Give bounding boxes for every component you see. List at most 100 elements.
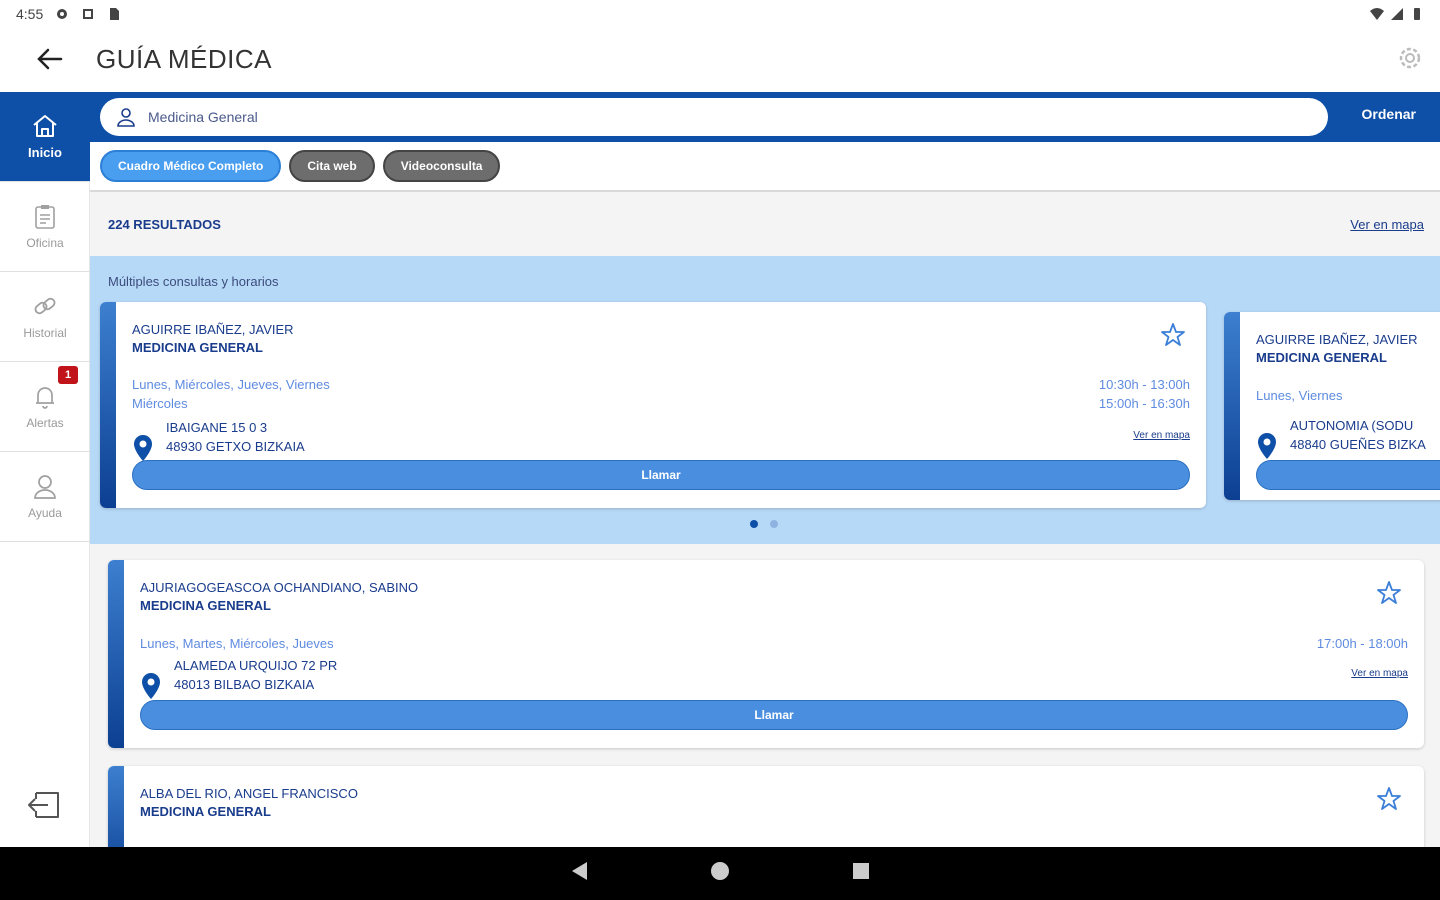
- alert-count-badge: 1: [58, 366, 78, 384]
- doctor-specialty: MEDICINA GENERAL: [140, 598, 271, 613]
- page-title: GUÍA MÉDICA: [96, 43, 272, 74]
- nav-back-button[interactable]: [569, 860, 589, 887]
- doctor-card: AJURIAGOGEASCOA OCHANDIANO, SABINO MEDIC…: [108, 560, 1424, 748]
- link-icon: [34, 297, 56, 314]
- triangle-back-icon: [572, 862, 587, 880]
- chip-videoconsulta[interactable]: Videoconsulta: [382, 150, 501, 182]
- back-button[interactable]: [20, 29, 80, 89]
- doctor-specialty: MEDICINA GENERAL: [1256, 350, 1387, 365]
- doctor-card: AGUIRRE IBAÑEZ, JAVIER MEDICINA GENERAL …: [100, 302, 1206, 508]
- circle-home-icon: [711, 862, 729, 880]
- sidebar-item-alertas[interactable]: 1 Alertas: [0, 362, 90, 452]
- logout-icon: [28, 792, 59, 818]
- hours-line: 10:30h - 13:00h: [1098, 377, 1190, 392]
- schedule-days: Lunes, Miércoles, Jueves, Viernes Miérco…: [132, 375, 330, 413]
- square-recents-icon: [853, 863, 869, 879]
- doctor-name: AGUIRRE IBAÑEZ, JAVIER: [1256, 332, 1418, 347]
- sidebar-item-oficina[interactable]: Oficina: [0, 182, 90, 272]
- sidebar-item-ayuda[interactable]: Ayuda: [0, 452, 90, 542]
- app-bar: GUÍA MÉDICA: [0, 28, 1440, 90]
- schedule-hours: 10:30h - 13:00h 15:00h - 16:30h: [1099, 375, 1190, 413]
- sidebar-item-label: Historial: [23, 325, 67, 340]
- search-input[interactable]: Medicina General: [100, 98, 1328, 136]
- status-bar-left: 4:55: [16, 6, 121, 22]
- schedule-days: Lunes, Martes, Miércoles, Jueves: [140, 636, 334, 651]
- address-line: 48840 GUEÑES BIZKA: [1290, 437, 1426, 452]
- chip-cita-web[interactable]: Cita web: [289, 150, 375, 182]
- order-button[interactable]: Ordenar: [1362, 106, 1416, 122]
- doctor-icon: [117, 108, 135, 127]
- sd-card-icon: [110, 8, 120, 20]
- address-line: IBAIGANE 15 0 3: [166, 420, 268, 435]
- gear-icon: [1399, 47, 1421, 69]
- call-button[interactable]: Llamar: [132, 460, 1190, 490]
- person-icon: [34, 474, 56, 499]
- main-content: Medicina General Ordenar Cuadro Médico C…: [90, 92, 1440, 847]
- home-icon: [33, 115, 57, 137]
- location-pin-icon: [134, 435, 152, 461]
- status-time: 4:55: [16, 6, 44, 22]
- address: IBAIGANE 15 0 3 48930 GETXO BIZKAIA: [166, 418, 305, 456]
- sidebar-item-label: Alertas: [26, 415, 64, 430]
- days-line: Lunes, Miércoles, Jueves, Viernes: [132, 377, 330, 392]
- filter-chips: Cuadro Médico Completo Cita web Videocon…: [90, 142, 1440, 192]
- favorite-star-icon[interactable]: [1376, 580, 1402, 606]
- address: ALAMEDA URQUIJO 72 PR 48013 BILBAO BIZKA…: [174, 656, 337, 694]
- carousel-dot-active[interactable]: [750, 520, 758, 528]
- doctor-specialty: MEDICINA GENERAL: [132, 340, 263, 355]
- arrow-left-icon: [37, 48, 63, 70]
- schedule-hours: 17:00h - 18:00h: [1316, 636, 1408, 651]
- doctor-card: ALBA DEL RIO, ANGEL FRANCISCO MEDICINA G…: [108, 766, 1424, 847]
- doctor-specialty: MEDICINA GENERAL: [140, 804, 271, 819]
- address: AUTONOMIA (SODU 48840 GUEÑES BIZKA: [1290, 416, 1426, 454]
- card-stripe: [1224, 312, 1240, 500]
- sidebar-item-historial[interactable]: Historial: [0, 272, 90, 362]
- nav-home-button[interactable]: [709, 860, 731, 887]
- results-count: 224 RESULTADOS: [108, 216, 221, 232]
- hours-line: 15:00h - 16:30h: [1098, 396, 1190, 411]
- search-input-value: Medicina General: [148, 109, 258, 125]
- card-stripe: [108, 560, 124, 748]
- address-line: 48013 BILBAO BIZKAIA: [174, 677, 315, 692]
- address-line: AUTONOMIA (SODU: [1290, 418, 1414, 433]
- card-stripe: [108, 766, 124, 847]
- gear-icon: [57, 9, 68, 19]
- days-line: Lunes, Viernes: [1256, 388, 1343, 403]
- carousel-dot[interactable]: [770, 520, 778, 528]
- days-line: Miércoles: [132, 396, 188, 411]
- logout-button[interactable]: [24, 787, 64, 823]
- results-list: AJURIAGOGEASCOA OCHANDIANO, SABINO MEDIC…: [90, 544, 1440, 847]
- sidebar-item-label: Inicio: [28, 145, 62, 160]
- status-bar: 4:55: [0, 0, 1440, 28]
- carousel-pagination: [750, 520, 778, 528]
- view-on-map-link[interactable]: Ver en mapa: [1350, 217, 1424, 232]
- address-line: 48930 GETXO BIZKAIA: [166, 439, 305, 454]
- wifi-icon: [1370, 8, 1384, 20]
- card-map-link[interactable]: Ver en mapa: [1351, 668, 1408, 679]
- results-header: 224 RESULTADOS Ver en mapa: [90, 192, 1440, 256]
- sidebar-item-inicio[interactable]: Inicio: [0, 92, 90, 182]
- doctor-name: AJURIAGOGEASCOA OCHANDIANO, SABINO: [140, 580, 419, 595]
- settings-button[interactable]: [1388, 36, 1432, 80]
- favorite-star-icon[interactable]: [1160, 322, 1186, 348]
- section-title: Múltiples consultas y horarios: [108, 274, 279, 289]
- favorite-star-icon[interactable]: [1376, 786, 1402, 812]
- location-pin-icon: [142, 673, 160, 699]
- card-map-link[interactable]: Ver en mapa: [1133, 430, 1190, 441]
- sidebar-item-label: Ayuda: [28, 505, 62, 520]
- doctor-name: ALBA DEL RIO, ANGEL FRANCISCO: [140, 786, 358, 801]
- signal-icon: [1391, 8, 1403, 20]
- chip-cuadro-medico[interactable]: Cuadro Médico Completo: [100, 150, 282, 182]
- doctor-name: AGUIRRE IBAÑEZ, JAVIER: [132, 322, 294, 337]
- address-line: ALAMEDA URQUIJO 72 PR: [174, 658, 338, 673]
- nav-recents-button[interactable]: [851, 861, 871, 886]
- multi-consultations-section: Múltiples consultas y horarios AGUIRRE I…: [90, 256, 1440, 544]
- sidebar: Inicio Oficina Historial 1 Alertas Ayuda: [0, 92, 90, 847]
- doctor-card: AGUIRRE IBAÑEZ, JAVIER MEDICINA GENERAL …: [1224, 312, 1440, 500]
- status-bar-right: [1370, 7, 1424, 21]
- bell-icon: [36, 386, 54, 409]
- battery-icon: [1414, 8, 1420, 20]
- call-button[interactable]: [1256, 460, 1440, 490]
- call-button[interactable]: Llamar: [140, 700, 1408, 730]
- schedule-days: Lunes, Viernes: [1256, 386, 1343, 405]
